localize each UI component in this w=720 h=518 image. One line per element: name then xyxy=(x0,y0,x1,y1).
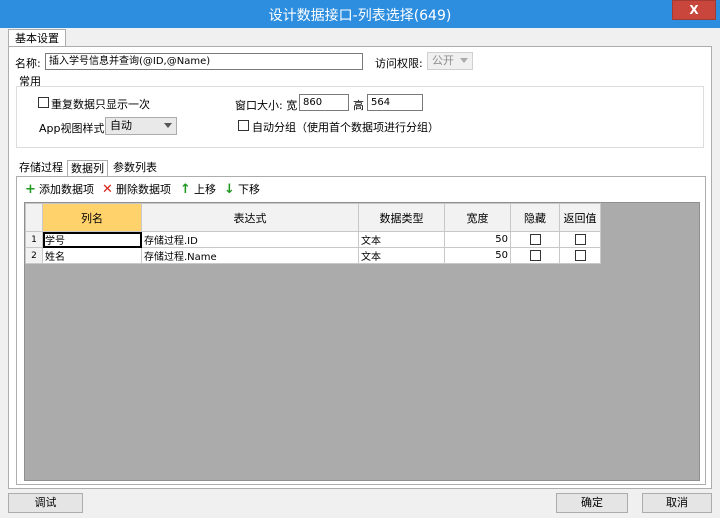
delete-item-label: 删除数据项 xyxy=(116,183,171,196)
grid-header-row: 列名 表达式 数据类型 宽度 隐藏 返回值 xyxy=(25,203,601,232)
grid-table: 列名 表达式 数据类型 宽度 隐藏 返回值 1 学号 存储过程.ID 文本 50… xyxy=(25,203,601,264)
row-number[interactable]: 1 xyxy=(25,231,43,248)
row-number[interactable]: 2 xyxy=(25,247,43,264)
close-button[interactable]: X xyxy=(672,0,716,20)
auto-group-label: 自动分组（使用首个数据项进行分组） xyxy=(252,121,439,134)
column-header-return-value[interactable]: 返回值 xyxy=(559,203,601,232)
cell-expression[interactable]: 存储过程.Name xyxy=(141,247,359,264)
auto-group-checkbox[interactable] xyxy=(238,120,249,131)
table-row[interactable]: 1 学号 存储过程.ID 文本 50 xyxy=(25,231,601,248)
cell-hidden[interactable] xyxy=(510,231,560,248)
row-header-corner xyxy=(25,203,43,232)
cell-return-value[interactable] xyxy=(559,247,601,264)
height-label: 高 xyxy=(353,99,364,112)
tab-basic-settings[interactable]: 基本设置 xyxy=(8,29,66,47)
cell-data-type[interactable]: 文本 xyxy=(358,231,445,248)
chevron-down-icon xyxy=(164,123,172,128)
repeat-once-label: 重复数据只显示一次 xyxy=(51,98,150,111)
cell-expression[interactable]: 存储过程.ID xyxy=(141,231,359,248)
cell-hidden[interactable] xyxy=(510,247,560,264)
cell-data-type[interactable]: 文本 xyxy=(358,247,445,264)
cell-column-name[interactable]: 学号 xyxy=(42,231,142,248)
ok-button[interactable]: 确定 xyxy=(556,493,628,513)
data-columns-grid: 列名 表达式 数据类型 宽度 隐藏 返回值 1 学号 存储过程.ID 文本 50… xyxy=(24,202,700,481)
add-item-label: 添加数据项 xyxy=(39,183,94,196)
column-header-expression[interactable]: 表达式 xyxy=(141,203,359,232)
name-label: 名称: xyxy=(15,57,41,70)
debug-button[interactable]: 调试 xyxy=(8,493,83,513)
column-header-width[interactable]: 宽度 xyxy=(444,203,511,232)
delete-item-button[interactable]: ✕ 删除数据项 xyxy=(101,182,171,198)
app-view-label: App视图样式 xyxy=(39,122,105,135)
height-input[interactable]: 564 xyxy=(367,94,423,111)
table-row[interactable]: 2 姓名 存储过程.Name 文本 50 xyxy=(25,247,601,264)
access-select[interactable]: 公开 xyxy=(427,52,473,70)
access-label: 访问权限: xyxy=(375,57,423,70)
hidden-checkbox[interactable] xyxy=(529,249,541,261)
return-value-checkbox[interactable] xyxy=(574,233,586,245)
return-value-checkbox[interactable] xyxy=(574,249,586,261)
cell-width[interactable]: 50 xyxy=(444,247,511,264)
tab-stored-procedure[interactable]: 存储过程 xyxy=(16,160,66,176)
hidden-checkbox[interactable] xyxy=(529,233,541,245)
access-select-value: 公开 xyxy=(432,54,454,67)
move-down-button[interactable]: ↓ 下移 xyxy=(223,182,260,198)
delete-x-icon: ✕ xyxy=(102,182,113,197)
arrow-down-icon: ↓ xyxy=(224,182,235,197)
width-input[interactable]: 860 xyxy=(299,94,349,111)
cell-return-value[interactable] xyxy=(559,231,601,248)
common-group: 重复数据只显示一次 窗口大小: 宽 860 高 564 App视图样式 自动 自… xyxy=(16,86,704,148)
column-header-name[interactable]: 列名 xyxy=(42,203,142,232)
name-input[interactable]: 插入学号信息并查询(@ID,@Name) xyxy=(45,53,363,70)
app-view-select-value: 自动 xyxy=(110,119,132,132)
chevron-down-icon xyxy=(460,58,468,63)
plus-icon: + xyxy=(25,182,36,197)
dialog-body: 基本设置 名称: 插入学号信息并查询(@ID,@Name) 访问权限: 公开 常… xyxy=(0,28,720,518)
data-columns-panel: + 添加数据项 ✕ 删除数据项 ↑ 上移 ↓ 下移 列名 表达式 数据类型 宽度… xyxy=(16,176,706,485)
arrow-up-icon: ↑ xyxy=(180,182,191,197)
cell-column-name[interactable]: 姓名 xyxy=(42,247,142,264)
move-up-button[interactable]: ↑ 上移 xyxy=(179,182,216,198)
basic-settings-panel: 名称: 插入学号信息并查询(@ID,@Name) 访问权限: 公开 常用 重复数… xyxy=(8,46,712,489)
column-header-data-type[interactable]: 数据类型 xyxy=(358,203,445,232)
move-down-label: 下移 xyxy=(238,183,260,196)
title-bar: 设计数据接口-列表选择(649) X xyxy=(0,0,720,28)
add-item-button[interactable]: + 添加数据项 xyxy=(24,182,94,198)
tab-parameter-list[interactable]: 参数列表 xyxy=(110,160,160,176)
move-up-label: 上移 xyxy=(194,183,216,196)
cell-width[interactable]: 50 xyxy=(444,231,511,248)
repeat-once-checkbox[interactable] xyxy=(38,97,49,108)
tab-data-columns[interactable]: 数据列 xyxy=(67,160,108,177)
window-size-label: 窗口大小: 宽 xyxy=(235,99,298,112)
window-title: 设计数据接口-列表选择(649) xyxy=(268,8,452,24)
column-header-hidden[interactable]: 隐藏 xyxy=(510,203,560,232)
app-view-select[interactable]: 自动 xyxy=(105,117,177,135)
cancel-button[interactable]: 取消 xyxy=(642,493,712,513)
